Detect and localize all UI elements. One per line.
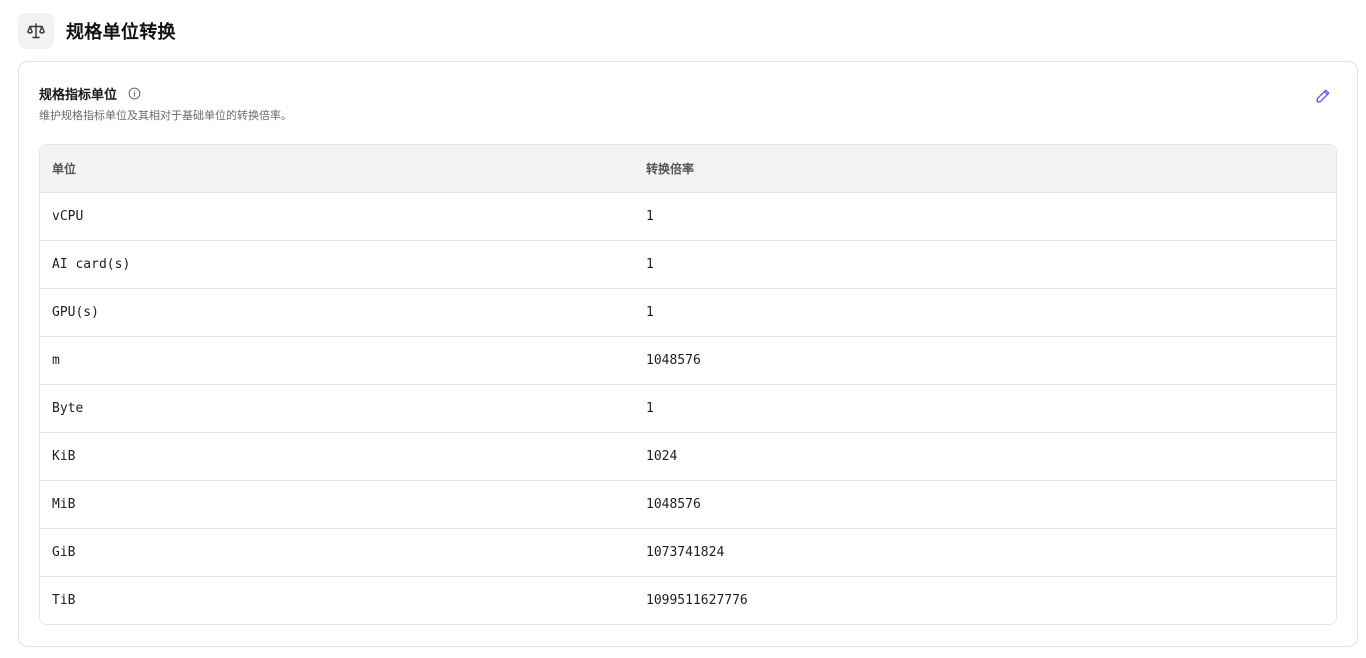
cell-unit: AI card(s)	[52, 257, 131, 272]
unit-table: 单位 转换倍率 vCPU 1 AI card(s) 1 GPU(s) 1 m 1…	[39, 144, 1337, 625]
cell-rate: 1	[646, 257, 654, 272]
cell-unit: vCPU	[52, 209, 84, 224]
cell-rate: 1	[646, 209, 654, 224]
table-row: vCPU 1	[40, 193, 1336, 241]
cell-rate: 1	[646, 305, 654, 320]
cell-rate: 1024	[646, 449, 678, 464]
table-row: AI card(s) 1	[40, 241, 1336, 289]
card-title-row: 规格指标单位	[39, 84, 141, 103]
cell-unit: MiB	[52, 497, 76, 512]
edit-button[interactable]	[1313, 86, 1333, 106]
card-title: 规格指标单位	[39, 88, 118, 103]
cell-rate: 1	[646, 401, 654, 416]
column-header-unit: 单位	[52, 162, 77, 176]
table-row: MiB 1048576	[40, 481, 1336, 529]
cell-rate: 1073741824	[646, 545, 725, 560]
unit-card: 规格指标单位 维护规格指标单位及其相对于基础单位的转换倍率。 单位 转换倍率 v…	[18, 61, 1358, 647]
cell-unit: Byte	[52, 401, 84, 416]
table-header: 单位 转换倍率	[40, 145, 1336, 193]
cell-unit: TiB	[52, 593, 76, 608]
table-row: Byte 1	[40, 385, 1336, 433]
table-row: TiB 1099511627776	[40, 577, 1336, 624]
cell-unit: GPU(s)	[52, 305, 99, 320]
cell-unit: m	[52, 353, 60, 368]
cell-unit: KiB	[52, 449, 76, 464]
cell-rate: 1048576	[646, 497, 701, 512]
page-header: 规格单位转换	[18, 12, 176, 49]
cell-rate: 1048576	[646, 353, 701, 368]
info-icon[interactable]	[127, 87, 141, 101]
page-title: 规格单位转换	[66, 21, 176, 43]
cell-unit: GiB	[52, 545, 76, 560]
column-header-rate: 转换倍率	[646, 162, 695, 176]
table-row: KiB 1024	[40, 433, 1336, 481]
pencil-icon	[1316, 89, 1330, 103]
card-description: 维护规格指标单位及其相对于基础单位的转换倍率。	[39, 109, 292, 122]
table-row: GiB 1073741824	[40, 529, 1336, 577]
table-row: GPU(s) 1	[40, 289, 1336, 337]
table-row: m 1048576	[40, 337, 1336, 385]
cell-rate: 1099511627776	[646, 593, 748, 608]
scale-icon	[18, 12, 54, 49]
